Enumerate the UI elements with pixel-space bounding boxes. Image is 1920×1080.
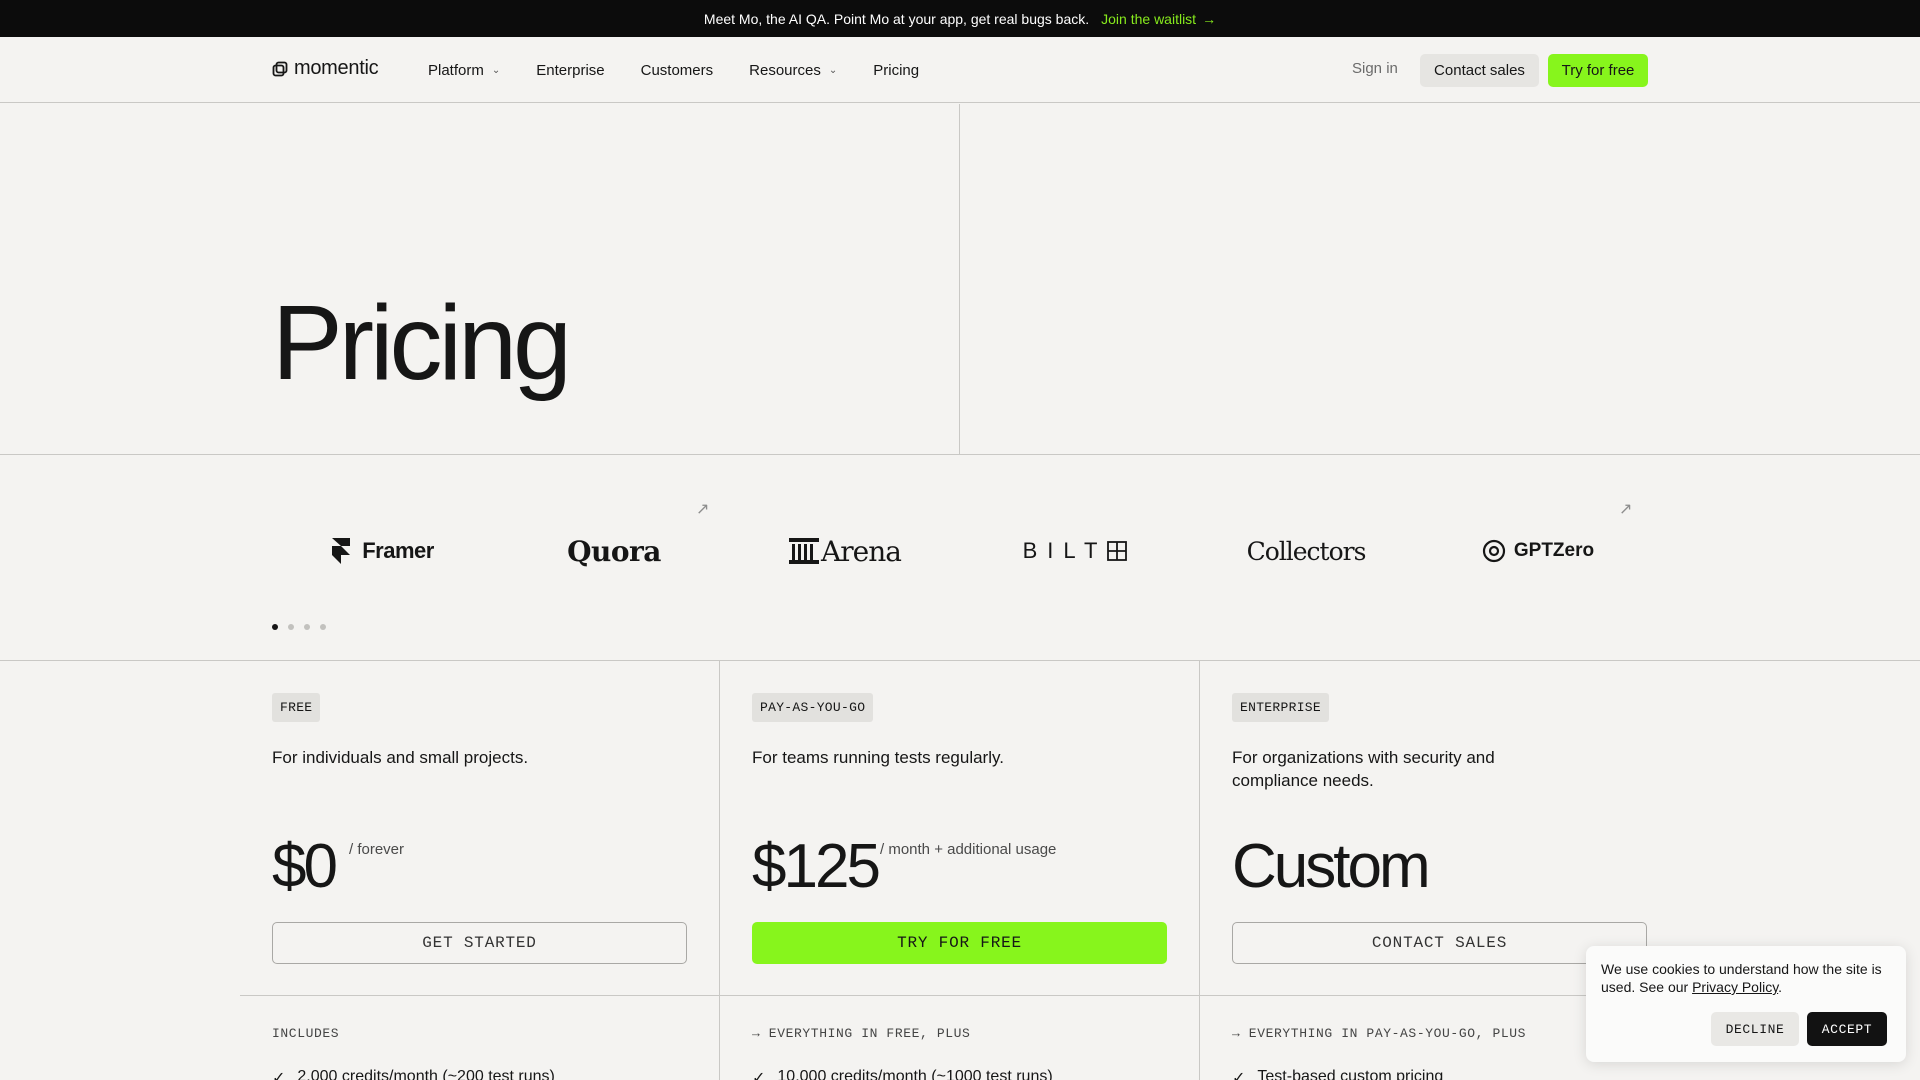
gptzero-icon bbox=[1482, 539, 1505, 563]
tier-badge: PAY-AS-YOU-GO bbox=[752, 693, 874, 722]
announcement-text: Meet Mo, the AI QA. Point Mo at your app… bbox=[703, 10, 1090, 27]
framer-logo: Framer bbox=[292, 531, 472, 571]
try-for-free-plan-button[interactable]: TRY FOR FREE bbox=[752, 922, 1167, 964]
bilt-logo: BILT bbox=[985, 531, 1165, 571]
quora-name: Quora bbox=[567, 534, 661, 568]
feature-text: 10,000 credits/month (~1000 test runs) bbox=[777, 1068, 1053, 1080]
hero-divider bbox=[959, 104, 960, 455]
sign-in-link[interactable]: Sign in bbox=[1352, 60, 1398, 77]
nav-platform[interactable]: Platform ⌄ bbox=[428, 62, 500, 79]
tier-description: For organizations with security and comp… bbox=[1232, 748, 1495, 790]
nav-links: Platform ⌄ Enterprise Customers Resource… bbox=[428, 37, 919, 103]
tier-badge: ENTERPRISE bbox=[1232, 693, 1330, 722]
momentic-logo-icon bbox=[272, 61, 288, 76]
nav-resources[interactable]: Resources ⌄ bbox=[749, 62, 837, 79]
external-link-icon[interactable]: ↗ bbox=[696, 499, 709, 519]
tier-includes-label: → EVERYTHING IN PAY-AS-YOU-GO, PLUS bbox=[1232, 1026, 1527, 1041]
bilt-grid-icon bbox=[1107, 541, 1128, 561]
check-icon: ✓ bbox=[1232, 1070, 1246, 1080]
page-title: Pricing bbox=[272, 284, 572, 402]
carousel-dot-2[interactable] bbox=[288, 624, 294, 630]
join-waitlist-link[interactable]: Join the waitlist → bbox=[1101, 11, 1216, 27]
logo-text: momentic bbox=[294, 57, 379, 79]
tier-includes-label: INCLUDES bbox=[272, 1026, 340, 1041]
check-icon: ✓ bbox=[272, 1070, 286, 1080]
momentic-logo[interactable]: momentic bbox=[272, 57, 379, 80]
tier-feature: ✓ Test-based custom pricing bbox=[1232, 1068, 1443, 1080]
tier-badge: FREE bbox=[272, 693, 321, 722]
chevron-down-icon: ⌄ bbox=[828, 64, 838, 76]
nav-enterprise[interactable]: Enterprise bbox=[536, 62, 604, 79]
tier-includes-label: → EVERYTHING IN FREE, PLUS bbox=[752, 1026, 971, 1041]
decline-button[interactable]: DECLINE bbox=[1711, 1012, 1799, 1046]
join-waitlist-label: Join the waitlist bbox=[1101, 10, 1197, 27]
tier-price: $0 bbox=[272, 832, 338, 901]
contact-sales-plan-button[interactable]: CONTACT SALES bbox=[1232, 922, 1647, 964]
announcement-bar: Meet Mo, the AI QA. Point Mo at your app… bbox=[0, 0, 1920, 37]
tier-price-note: / forever bbox=[349, 841, 405, 858]
framer-name: Framer bbox=[362, 538, 434, 563]
nav-customers[interactable]: Customers bbox=[641, 62, 714, 79]
feature-text: Test-based custom pricing bbox=[1257, 1068, 1444, 1080]
tier-feature: ✓ 2,000 credits/month (~200 test runs) bbox=[272, 1068, 555, 1080]
tier-price: Custom bbox=[1232, 832, 1431, 901]
tier-price-note: / month + additional usage bbox=[880, 841, 1057, 858]
column-divider bbox=[1199, 661, 1200, 1080]
tier-feature: ✓ 10,000 credits/month (~1000 test runs) bbox=[752, 1068, 1053, 1080]
accept-button[interactable]: ACCEPT bbox=[1807, 1012, 1887, 1046]
quora-logo[interactable]: Quora bbox=[524, 531, 704, 571]
cookie-banner: We use cookies to understand how the sit… bbox=[1586, 946, 1906, 1062]
external-link-icon[interactable]: ↗ bbox=[1619, 499, 1632, 519]
framer-icon bbox=[332, 538, 351, 564]
privacy-policy-link[interactable]: Privacy Policy bbox=[1692, 979, 1778, 995]
top-navigation: momentic Platform ⌄ Enterprise Customers… bbox=[0, 37, 1920, 103]
get-started-button[interactable]: GET STARTED bbox=[272, 922, 687, 964]
arena-name: Arena bbox=[821, 534, 902, 568]
contact-sales-button[interactable]: Contact sales bbox=[1420, 54, 1539, 87]
column-divider bbox=[719, 661, 720, 1080]
carousel-pagination bbox=[272, 624, 326, 630]
carousel-dot-1[interactable] bbox=[272, 624, 278, 630]
carousel-dot-4[interactable] bbox=[320, 624, 326, 630]
carousel-dot-3[interactable] bbox=[304, 624, 310, 630]
check-icon: ✓ bbox=[752, 1070, 766, 1080]
nav-platform-label: Platform bbox=[428, 61, 484, 79]
feature-text: 2,000 credits/month (~200 test runs) bbox=[297, 1068, 555, 1080]
gptzero-name: GPTZero bbox=[1513, 540, 1595, 561]
tier-description: For individuals and small projects. bbox=[272, 748, 529, 767]
arena-column-icon bbox=[789, 538, 820, 564]
chevron-down-icon: ⌄ bbox=[491, 64, 501, 76]
try-for-free-button[interactable]: Try for free bbox=[1548, 54, 1648, 87]
customer-logos: Framer Quora ↗ Arena BILT Collectors GPT… bbox=[0, 455, 1920, 661]
bilt-name: BILT bbox=[1022, 538, 1108, 563]
nav-resources-label: Resources bbox=[749, 61, 821, 79]
arena-logo: Arena bbox=[755, 531, 935, 571]
tier-price: $125 bbox=[752, 832, 881, 901]
tier-description: For teams running tests regularly. bbox=[752, 748, 1004, 767]
cookie-text: We use cookies to understand how the sit… bbox=[1601, 961, 1882, 995]
collectors-logo: Collectors bbox=[1216, 531, 1396, 571]
collectors-name: Collectors bbox=[1246, 536, 1367, 566]
arrow-right-icon: → bbox=[1202, 10, 1217, 27]
hero-section: Pricing bbox=[0, 104, 1920, 455]
gptzero-logo[interactable]: GPTZero bbox=[1448, 531, 1628, 571]
row-divider bbox=[240, 995, 1680, 996]
nav-pricing[interactable]: Pricing bbox=[873, 62, 919, 79]
